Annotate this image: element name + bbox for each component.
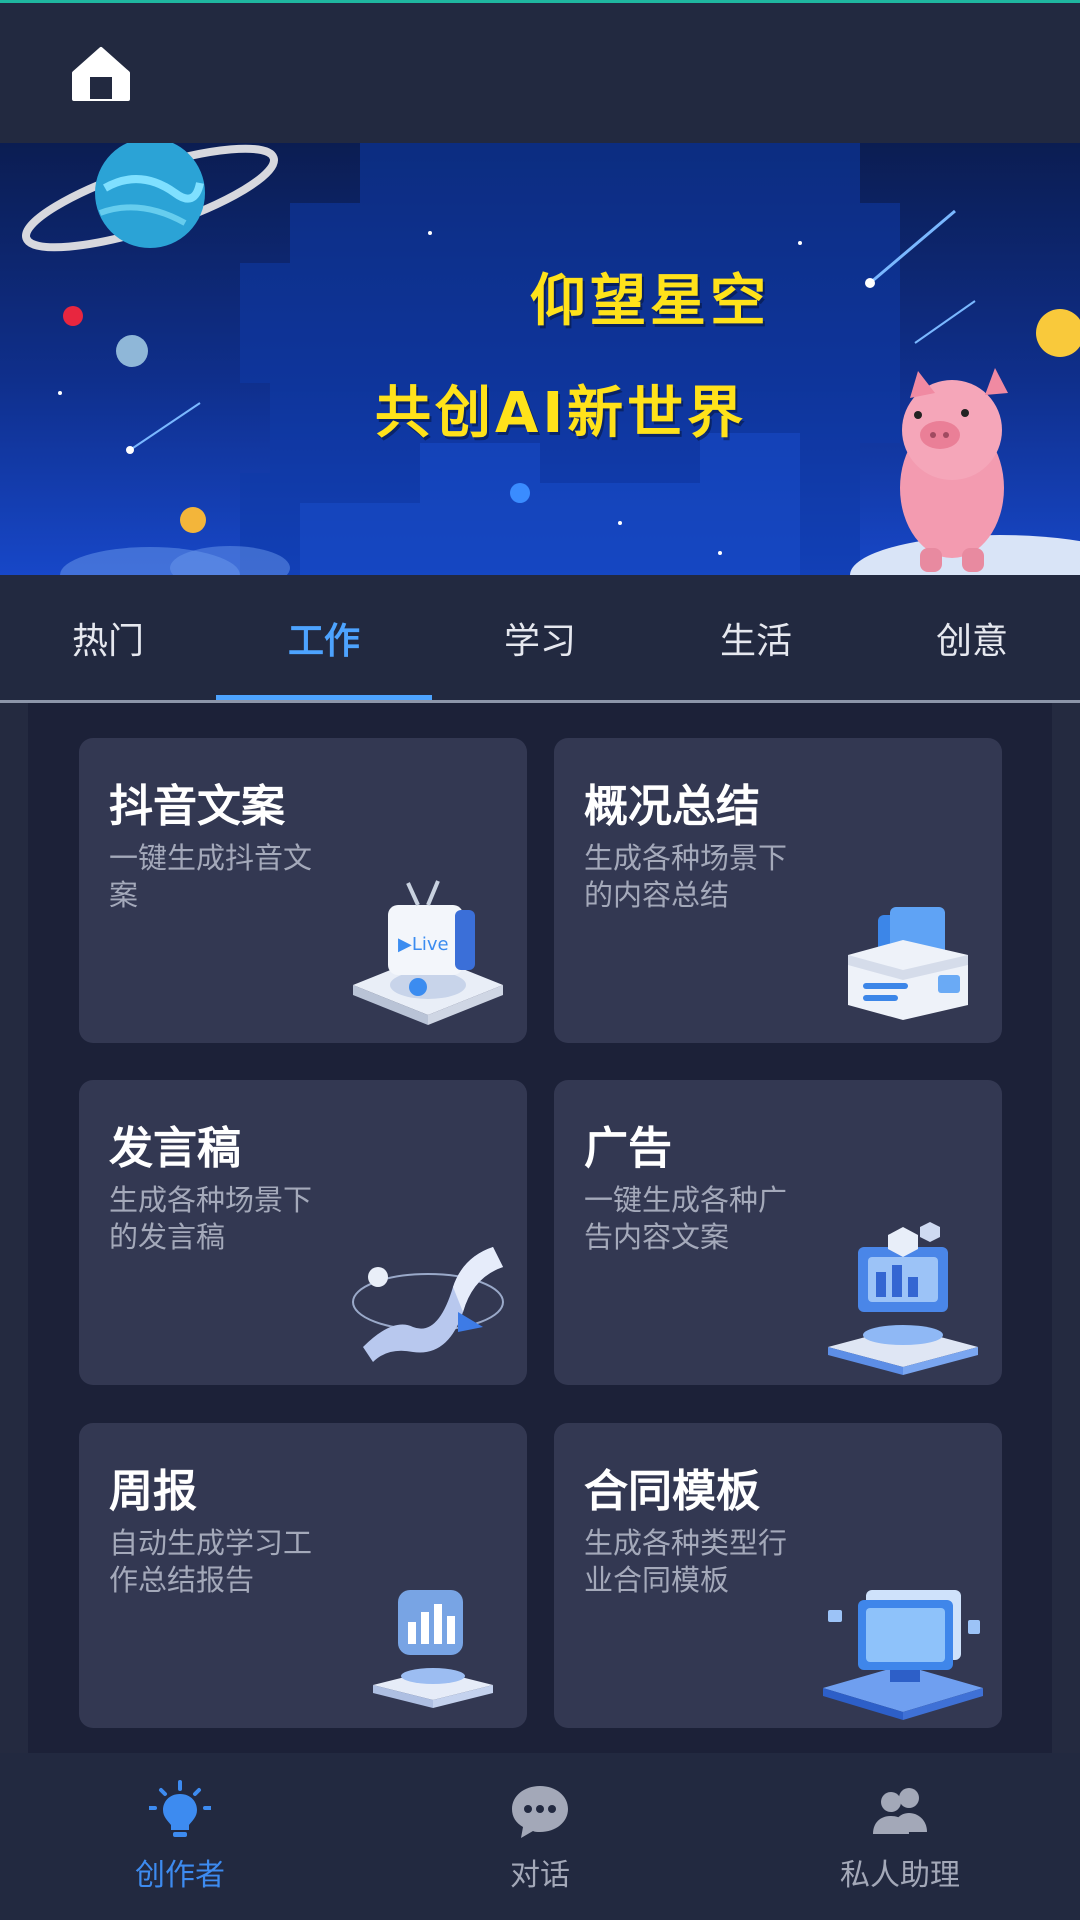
card-title: 概况总结	[584, 781, 760, 832]
card-desc: 一键生成抖音文案	[109, 841, 313, 912]
hero-banner[interactable]: 仰望星空 共创AI新世界	[0, 143, 1080, 575]
tab-life[interactable]: 生活	[648, 575, 864, 700]
card-weekly-report[interactable]: 周报 自动生成学习工作总结报告	[79, 1423, 527, 1728]
card-desc: 生成各种类型行业合同模板	[584, 1526, 788, 1597]
tab-work[interactable]: 工作	[216, 575, 432, 700]
card-grid: 抖音文案 一键生成抖音文案 ▶Live 概况总结 生成各种场景下的内容总结 发言…	[28, 703, 1052, 1753]
nav-label: 创作者	[135, 1857, 225, 1893]
nav-assistant[interactable]: 私人助理	[720, 1753, 1080, 1920]
live-tv-icon: ▶Live	[353, 880, 503, 1025]
people-icon	[873, 1787, 927, 1834]
card-desc: 生成各种场景下的发言稿	[109, 1183, 313, 1254]
banner-headline: 仰望星空	[530, 269, 770, 334]
contract-monitor-icon	[823, 1590, 983, 1720]
file-box-icon	[848, 907, 968, 1020]
card-desc: 一键生成各种广告内容文案	[584, 1183, 788, 1254]
space-illustration	[22, 143, 1080, 575]
card-title: 发言稿	[109, 1123, 241, 1174]
report-chart-icon	[373, 1590, 493, 1708]
card-title: 合同模板	[584, 1466, 760, 1517]
tab-creative[interactable]: 创意	[864, 575, 1080, 700]
scroll-icon	[352, 1247, 504, 1362]
tab-study[interactable]: 学习	[432, 575, 648, 700]
home-icon[interactable]	[70, 43, 132, 105]
nav-creator[interactable]: 创作者	[0, 1753, 360, 1920]
card-title: 抖音文案	[109, 781, 285, 832]
bottom-navigation: 创作者 对话 私人助理	[0, 1753, 1080, 1920]
ad-platform-icon	[828, 1222, 978, 1375]
card-title: 周报	[109, 1466, 197, 1517]
nav-label: 对话	[510, 1857, 570, 1893]
card-contract-template[interactable]: 合同模板 生成各种类型行业合同模板	[554, 1423, 1002, 1728]
card-desc: 生成各种场景下的内容总结	[584, 841, 788, 912]
nav-chat[interactable]: 对话	[360, 1753, 720, 1920]
card-douyin-copy[interactable]: 抖音文案 一键生成抖音文案 ▶Live	[79, 738, 527, 1043]
card-summary[interactable]: 概况总结 生成各种场景下的内容总结	[554, 738, 1002, 1043]
top-header	[0, 3, 1080, 143]
chat-bubble-icon	[512, 1785, 568, 1838]
card-speech[interactable]: 发言稿 生成各种场景下的发言稿	[79, 1080, 527, 1385]
tab-hot[interactable]: 热门	[0, 575, 216, 700]
svg-text:▶Live: ▶Live	[398, 934, 449, 955]
card-title: 广告	[584, 1123, 672, 1174]
category-tabs: 热门 工作 学习 生活 创意	[0, 575, 1080, 700]
nav-label: 私人助理	[840, 1857, 960, 1893]
lightbulb-icon	[149, 1779, 211, 1837]
banner-subheadline: 共创AI新世界	[375, 381, 748, 446]
card-desc: 自动生成学习工作总结报告	[109, 1526, 313, 1597]
card-advertising[interactable]: 广告 一键生成各种广告内容文案	[554, 1080, 1002, 1385]
